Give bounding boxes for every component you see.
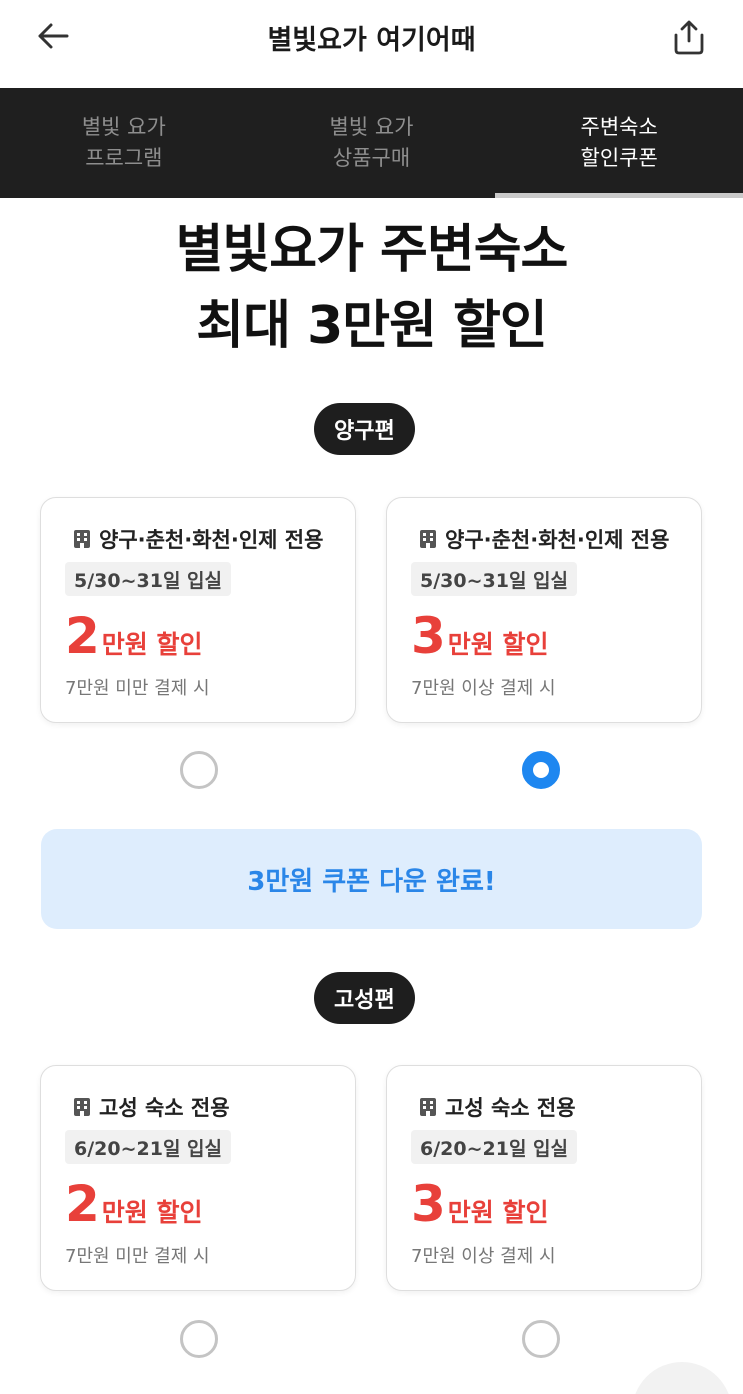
tab-bar: 별빛 요가 프로그램 별빛 요가 상품구매 주변숙소 할인쿠폰 — [0, 88, 743, 198]
discount-amount: 3 — [411, 1175, 446, 1233]
card-region: 고성 숙소 전용 — [417, 1092, 576, 1122]
building-icon — [417, 528, 439, 550]
discount-unit: 만원 할인 — [101, 630, 203, 659]
coupon-card[interactable]: 고성 숙소 전용 6/20~21일 입실 3 만원 할인 7만원 이상 결제 시 — [386, 1065, 702, 1291]
card-region-label: 양구·춘천·화천·인제 전용 — [445, 528, 670, 552]
coupon-card[interactable]: 고성 숙소 전용 6/20~21일 입실 2 만원 할인 7만원 미만 결제 시 — [40, 1065, 356, 1291]
radio-yanggu-2man[interactable] — [180, 751, 218, 789]
coupon-download-complete-banner[interactable]: 3만원 쿠폰 다운 완료! — [41, 829, 702, 929]
discount-amount: 2 — [65, 1175, 100, 1233]
tab-yoga-program[interactable]: 별빛 요가 프로그램 — [0, 88, 248, 198]
card-region: 양구·춘천·화천·인제 전용 — [71, 524, 323, 554]
card-discount: 3 만원 할인 — [411, 1176, 549, 1232]
discount-unit: 만원 할인 — [447, 630, 549, 659]
card-region: 양구·춘천·화천·인제 전용 — [417, 524, 669, 554]
building-icon — [71, 528, 93, 550]
page-title: 별빛요가 여기어때 — [267, 25, 476, 56]
card-region-label: 고성 숙소 전용 — [99, 1096, 230, 1120]
section-pill-yanggu: 양구편 — [314, 403, 415, 455]
card-region-label: 양구·춘천·화천·인제 전용 — [99, 528, 324, 552]
promo-headline: 별빛요가 주변숙소 최대 3만원 할인 — [175, 220, 569, 356]
card-region-label: 고성 숙소 전용 — [445, 1096, 576, 1120]
discount-unit: 만원 할인 — [447, 1198, 549, 1227]
top-app-bar: 별빛요가 여기어때 — [0, 0, 743, 88]
card-discount: 2 만원 할인 — [65, 1176, 203, 1232]
card-condition: 7만원 미만 결제 시 — [65, 1246, 210, 1267]
card-date: 6/20~21일 입실 — [65, 1130, 232, 1164]
radio-yanggu-3man[interactable] — [522, 751, 560, 789]
radio-goseong-2man[interactable] — [180, 1320, 218, 1358]
tab-lodging-coupon[interactable]: 주변숙소 할인쿠폰 — [495, 88, 743, 198]
card-condition: 7만원 이상 결제 시 — [411, 1246, 556, 1267]
card-condition: 7만원 이상 결제 시 — [411, 678, 556, 699]
card-date: 5/30~31일 입실 — [65, 562, 232, 596]
discount-amount: 3 — [411, 607, 446, 665]
radio-goseong-3man[interactable] — [522, 1320, 560, 1358]
discount-unit: 만원 할인 — [101, 1198, 203, 1227]
discount-amount: 2 — [65, 607, 100, 665]
floating-button-partial[interactable] — [632, 1362, 732, 1394]
card-discount: 3 만원 할인 — [411, 608, 549, 664]
coupon-card[interactable]: 양구·춘천·화천·인제 전용 5/30~31일 입실 2 만원 할인 7만원 미… — [40, 497, 356, 723]
card-condition: 7만원 미만 결제 시 — [65, 678, 210, 699]
share-button[interactable] — [664, 14, 714, 60]
card-date: 6/20~21일 입실 — [411, 1130, 578, 1164]
building-icon — [417, 1096, 439, 1118]
building-icon — [71, 1096, 93, 1118]
share-icon — [674, 20, 704, 55]
card-region: 고성 숙소 전용 — [71, 1092, 230, 1122]
card-discount: 2 만원 할인 — [65, 608, 203, 664]
card-date: 5/30~31일 입실 — [411, 562, 578, 596]
coupon-card[interactable]: 양구·춘천·화천·인제 전용 5/30~31일 입실 3 만원 할인 7만원 이… — [386, 497, 702, 723]
tab-yoga-purchase[interactable]: 별빛 요가 상품구매 — [248, 88, 496, 198]
section-pill-goseong: 고성편 — [314, 972, 415, 1024]
